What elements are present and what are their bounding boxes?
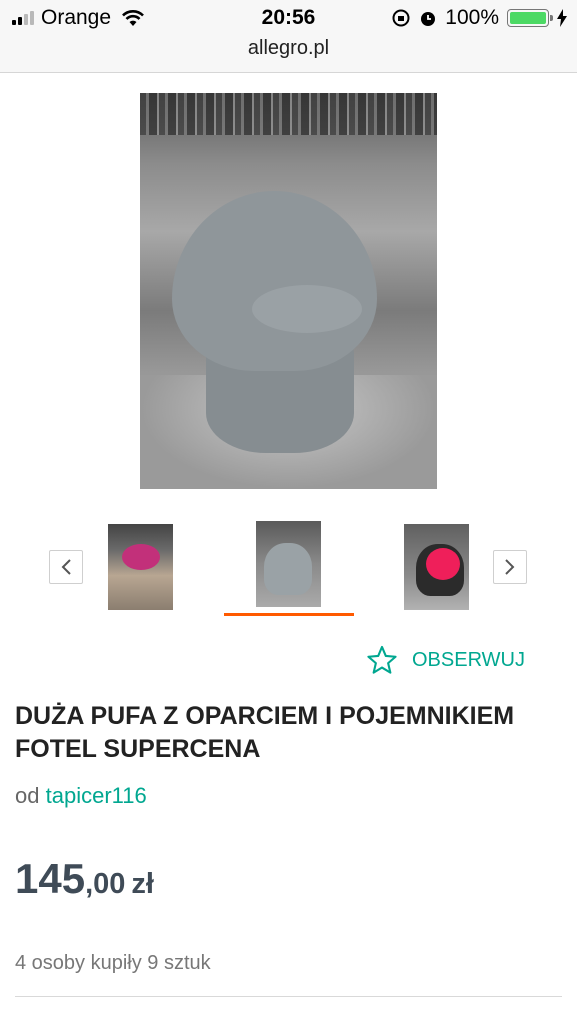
observe-label: OBSERWUJ (412, 648, 525, 671)
status-bar: Orange 20:56 100% allegro.pl (0, 0, 577, 73)
seller-prefix: od (15, 783, 40, 808)
sold-info: 4 osoby kupiły 9 sztuk (15, 952, 211, 974)
product-title: DUŻA PUFA Z OPARCIEM I POJEMNIKIEM FOTEL… (15, 702, 515, 763)
chevron-right-icon (505, 559, 515, 575)
price-currency: zł (131, 868, 154, 900)
observe-button[interactable]: OBSERWUJ (366, 645, 525, 675)
alarm-icon (421, 12, 436, 26)
product-price: 145,00 zł (15, 855, 154, 903)
charging-icon (557, 9, 567, 27)
price-decimal: ,00 (85, 868, 126, 900)
thumbnail-2[interactable] (256, 521, 321, 607)
gallery-next-button[interactable] (493, 550, 527, 584)
status-right: 100% (391, 6, 567, 30)
thumbnail-3[interactable] (404, 524, 469, 610)
price-integer: 145 (15, 855, 86, 902)
gallery-prev-button[interactable] (49, 550, 83, 584)
battery-icon (507, 9, 553, 27)
product-main-image[interactable] (140, 93, 437, 489)
thumbnail-1[interactable] (108, 524, 173, 610)
divider (15, 996, 562, 997)
seller-info: od tapicer116 (15, 783, 147, 809)
url-bar[interactable]: allegro.pl (0, 37, 577, 60)
rotation-lock-icon (392, 9, 410, 27)
battery-percent: 100% (445, 6, 499, 29)
chevron-left-icon (61, 559, 71, 575)
seller-link[interactable]: tapicer116 (46, 783, 147, 808)
star-outline-icon (367, 645, 397, 674)
active-thumbnail-indicator (224, 613, 354, 616)
